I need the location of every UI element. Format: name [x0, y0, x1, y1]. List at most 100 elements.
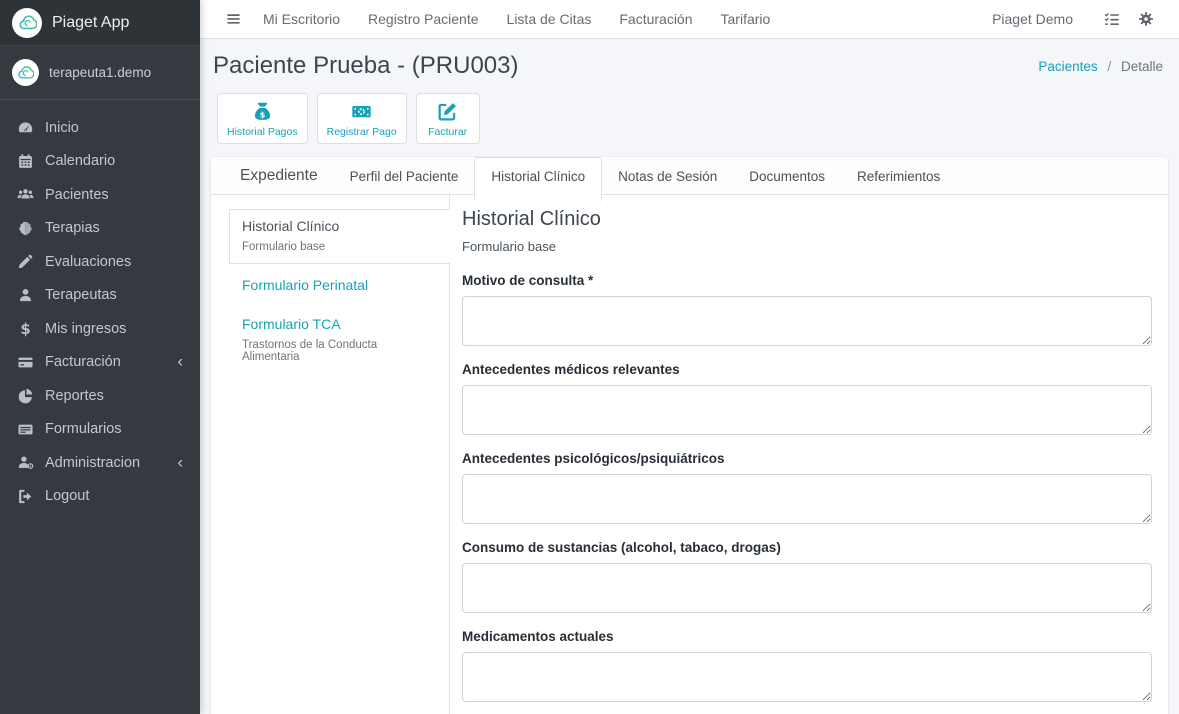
breadcrumb: Pacientes / Detalle	[1038, 59, 1163, 80]
form-field: Motivo de consulta *	[462, 273, 1152, 346]
motivo-de-consulta-textarea[interactable]	[462, 296, 1152, 346]
subnav-subtitle: Formulario base	[242, 241, 438, 253]
sidebar-item-label: Administracion	[45, 455, 140, 471]
navbar-link-registro-paciente[interactable]: Registro Paciente	[354, 11, 493, 27]
sidebar-item-label: Formularios	[45, 421, 122, 437]
subnav-link[interactable]: Formulario TCA	[242, 316, 437, 332]
main-area: Mi Escritorio Registro Paciente Lista de…	[200, 0, 1179, 714]
gear-icon[interactable]	[1129, 7, 1163, 31]
credit-card-icon	[17, 354, 34, 371]
tab-historial-clinico[interactable]: Historial Clínico	[474, 157, 602, 201]
field-label: Antecedentes médicos relevantes	[462, 362, 1152, 377]
sidebar-item-calendario[interactable]: Calendario	[0, 145, 200, 179]
sidebar-item-label: Pacientes	[45, 187, 109, 203]
historial-pagos-button[interactable]: $ Historial Pagos	[217, 93, 308, 144]
tab-referimientos[interactable]: Referimientos	[841, 157, 956, 194]
sidebar-item-label: Logout	[45, 488, 89, 504]
tab-notas-de-sesion[interactable]: Notas de Sesión	[602, 157, 733, 194]
patient-card: Expediente Perfil del Paciente Historial…	[211, 157, 1168, 714]
form-subtitle: Formulario base	[462, 239, 1152, 254]
action-label: Registrar Pago	[327, 126, 397, 138]
page-title: Paciente Prueba - (PRU003)	[213, 52, 518, 80]
hamburger-icon[interactable]	[218, 8, 249, 30]
clinical-form: Historial Clínico Formulario base Motivo…	[450, 195, 1168, 714]
sidebar-item-mis-ingresos[interactable]: $ Mis ingresos	[0, 312, 200, 346]
navbar-link-facturacion[interactable]: Facturación	[605, 11, 706, 27]
field-label: Motivo de consulta *	[462, 273, 1152, 288]
cloud-icon	[17, 64, 34, 81]
brand[interactable]: Piaget App	[0, 0, 200, 46]
cloud-icon	[18, 13, 37, 32]
sidebar-item-label: Inicio	[45, 120, 79, 136]
form-title: Historial Clínico	[462, 208, 1152, 231]
sidebar-item-label: Reportes	[45, 388, 104, 404]
breadcrumb-separator: /	[1107, 59, 1111, 74]
tab-expediente[interactable]: Expediente	[224, 157, 334, 194]
sidebar-item-formularios[interactable]: Formularios	[0, 413, 200, 447]
navbar-link-lista-de-citas[interactable]: Lista de Citas	[493, 11, 606, 27]
sidebar-item-logout[interactable]: Logout	[0, 480, 200, 514]
money-bill-icon	[351, 101, 372, 122]
logout-icon	[17, 488, 34, 505]
action-label: Facturar	[428, 126, 467, 138]
app-viewport: Piaget App terapeuta1.demo	[0, 0, 1179, 714]
facturar-button[interactable]: Facturar	[416, 93, 480, 144]
sidebar-item-label: Calendario	[45, 153, 115, 169]
svg-text:$: $	[20, 320, 30, 337]
field-label: Medicamentos actuales	[462, 629, 1152, 644]
sidebar-item-label: Mis ingresos	[45, 321, 126, 337]
subnav-link[interactable]: Formulario Perinatal	[242, 277, 437, 293]
sidebar-item-terapeutas[interactable]: Terapeutas	[0, 279, 200, 313]
action-label: Historial Pagos	[227, 126, 298, 138]
sidebar-item-evaluaciones[interactable]: Evaluaciones	[0, 245, 200, 279]
antecedentes-medicos-textarea[interactable]	[462, 385, 1152, 435]
sidebar-item-terapias[interactable]: Terapias	[0, 212, 200, 246]
sidebar-item-label: Terapeutas	[45, 287, 117, 303]
registrar-pago-button[interactable]: Registrar Pago	[317, 93, 407, 144]
tab-documentos[interactable]: Documentos	[733, 157, 841, 194]
form-subnav: Historial Clínico Formulario base Formul…	[211, 195, 450, 714]
navbar-right: Piaget Demo	[992, 7, 1163, 31]
sidebar-item-label: Terapias	[45, 220, 100, 236]
sidebar-item-pacientes[interactable]: Pacientes	[0, 178, 200, 212]
subnav-item-formulario-tca[interactable]: Formulario TCA Trastornos de la Conducta…	[211, 303, 449, 373]
subnav-subtitle: Trastornos de la Conducta Alimentaria	[242, 339, 437, 363]
form-card-icon	[17, 421, 34, 438]
navbar-link-tarifario[interactable]: Tarifario	[707, 11, 785, 27]
field-label: Antecedentes psicológicos/psiquiátricos	[462, 451, 1152, 466]
navbar-user-label[interactable]: Piaget Demo	[992, 11, 1073, 27]
user-panel[interactable]: terapeuta1.demo	[0, 46, 200, 100]
dashboard-icon	[17, 119, 34, 136]
edit-square-icon	[437, 101, 458, 122]
page-header: Paciente Prueba - (PRU003) Pacientes / D…	[211, 39, 1168, 82]
form-field: Antecedentes médicos relevantes	[462, 362, 1152, 435]
sidebar-item-facturacion[interactable]: Facturación ‹	[0, 346, 200, 380]
tab-perfil-del-paciente[interactable]: Perfil del Paciente	[334, 157, 475, 194]
sidebar-item-reportes[interactable]: Reportes	[0, 379, 200, 413]
sidebar-item-administracion[interactable]: Administracion ‹	[0, 446, 200, 480]
svg-text:$: $	[260, 110, 265, 119]
subnav-item-formulario-perinatal[interactable]: Formulario Perinatal	[211, 264, 449, 303]
pie-chart-icon	[17, 387, 34, 404]
medicamentos-actuales-textarea[interactable]	[462, 652, 1152, 702]
brand-logo	[12, 8, 42, 38]
chevron-left-icon: ‹	[177, 353, 183, 370]
antecedentes-psicologicos-textarea[interactable]	[462, 474, 1152, 524]
subnav-title: Historial Clínico	[242, 218, 438, 234]
breadcrumb-pacientes-link[interactable]: Pacientes	[1038, 59, 1097, 74]
consumo-de-sustancias-textarea[interactable]	[462, 563, 1152, 613]
brain-icon	[17, 220, 34, 237]
action-buttons: $ Historial Pagos Registrar Pago	[211, 82, 1168, 157]
user-avatar	[12, 59, 39, 86]
sidebar-item-inicio[interactable]: Inicio	[0, 111, 200, 145]
sidebar: Piaget App terapeuta1.demo	[0, 0, 200, 714]
tasks-icon[interactable]	[1095, 7, 1129, 31]
brand-name: Piaget App	[52, 14, 129, 32]
money-bag-icon: $	[252, 101, 273, 122]
breadcrumb-current: Detalle	[1121, 59, 1163, 74]
user-cog-icon	[17, 454, 34, 471]
subnav-item-historial-clinico[interactable]: Historial Clínico Formulario base	[229, 209, 450, 264]
content-wrapper: Paciente Prueba - (PRU003) Pacientes / D…	[200, 39, 1179, 714]
navbar-link-mi-escritorio[interactable]: Mi Escritorio	[249, 11, 354, 27]
chevron-left-icon: ‹	[177, 453, 183, 470]
